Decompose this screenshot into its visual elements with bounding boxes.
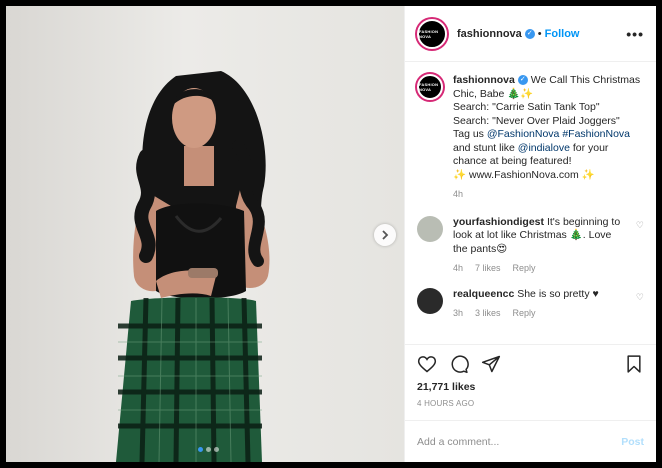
post-timestamp: 4 HOURS AGO	[417, 399, 475, 408]
caption-stunt-prefix: and stunt like	[453, 141, 515, 154]
avatar-logo-text: FASHION NOVA	[419, 28, 439, 39]
avatar-logo-text: FASHION NOVA	[419, 82, 439, 92]
caption: FASHION NOVA fashionnova ✓ We Call This C…	[417, 74, 644, 202]
post-sidebar: FASHION NOVA fashionnova ✓ • Follow ••• …	[404, 6, 656, 462]
model-photo	[116, 71, 270, 462]
comment-time[interactable]: 3h	[453, 307, 463, 321]
follow-button[interactable]: Follow	[545, 28, 580, 40]
caption-tag-prefix: Tag us	[453, 128, 484, 140]
comment-likes[interactable]: 3 likes	[475, 307, 501, 321]
separator-dot: •	[537, 27, 542, 40]
bookmark-icon[interactable]	[624, 354, 644, 374]
reply-button[interactable]: Reply	[513, 307, 536, 321]
carousel-dot-active	[198, 447, 203, 452]
carousel-dot	[206, 447, 211, 452]
more-options-icon[interactable]: •••	[626, 26, 644, 42]
verified-badge-icon: ✓	[517, 75, 528, 86]
comment-icon[interactable]	[449, 354, 469, 374]
caption-time[interactable]: 4h	[453, 188, 463, 202]
comment-username[interactable]: realqueencc	[453, 288, 514, 300]
comment-username[interactable]: yourfashiondigest	[453, 216, 544, 228]
carousel-dot	[214, 447, 219, 452]
likes-count[interactable]: 21,771 likes	[417, 381, 644, 393]
share-icon[interactable]	[481, 354, 501, 374]
caption-username[interactable]: fashionnova	[453, 74, 515, 86]
avatar[interactable]: FASHION NOVA	[417, 74, 443, 100]
reply-button[interactable]: Reply	[513, 262, 536, 276]
comment-like-heart-icon[interactable]: ♡	[636, 220, 644, 276]
post-photo[interactable]	[6, 6, 404, 462]
heart-icon[interactable]	[417, 354, 437, 374]
caption-line3: Search: "Never Over Plaid Joggers"	[453, 114, 620, 127]
comment-text: She is so pretty ♥	[517, 287, 599, 300]
avatar[interactable]: FASHION NOVA	[417, 18, 447, 49]
action-bar: 21,771 likes 4 HOURS AGO	[405, 344, 656, 408]
verified-badge-icon: ✓	[524, 28, 535, 39]
caption-line2: Search: "Carrie Satin Tank Top"	[453, 101, 600, 113]
post-header: FASHION NOVA fashionnova ✓ • Follow •••	[405, 6, 656, 62]
comment-item: yourfashiondigest It's beginning to look…	[417, 215, 644, 276]
mention-link[interactable]: @indialove	[518, 142, 570, 154]
chevron-right-icon	[382, 230, 389, 240]
avatar[interactable]	[417, 215, 443, 242]
comment-likes[interactable]: 7 likes	[475, 262, 501, 276]
post-modal: FASHION NOVA fashionnova ✓ • Follow ••• …	[6, 6, 656, 462]
avatar[interactable]	[417, 287, 443, 314]
hashtag-link[interactable]: #FashionNova	[562, 128, 630, 140]
add-comment-bar: Post	[405, 420, 656, 462]
comment-item: realqueencc She is so pretty ♥ 3h 3 like…	[417, 287, 644, 321]
comment-input[interactable]	[417, 435, 622, 448]
comment-time[interactable]: 4h	[453, 262, 463, 276]
carousel-indicator	[198, 447, 219, 452]
header-username[interactable]: fashionnova	[457, 28, 522, 40]
next-slide-button[interactable]	[374, 224, 396, 246]
post-comment-button[interactable]: Post	[621, 436, 644, 448]
comment-like-heart-icon[interactable]: ♡	[636, 292, 644, 321]
mention-link[interactable]: @FashionNova	[487, 128, 560, 140]
caption-website: ✨ www.FashionNova.com ✨	[453, 168, 595, 181]
comments-list[interactable]: FASHION NOVA fashionnova ✓ We Call This C…	[405, 62, 656, 344]
